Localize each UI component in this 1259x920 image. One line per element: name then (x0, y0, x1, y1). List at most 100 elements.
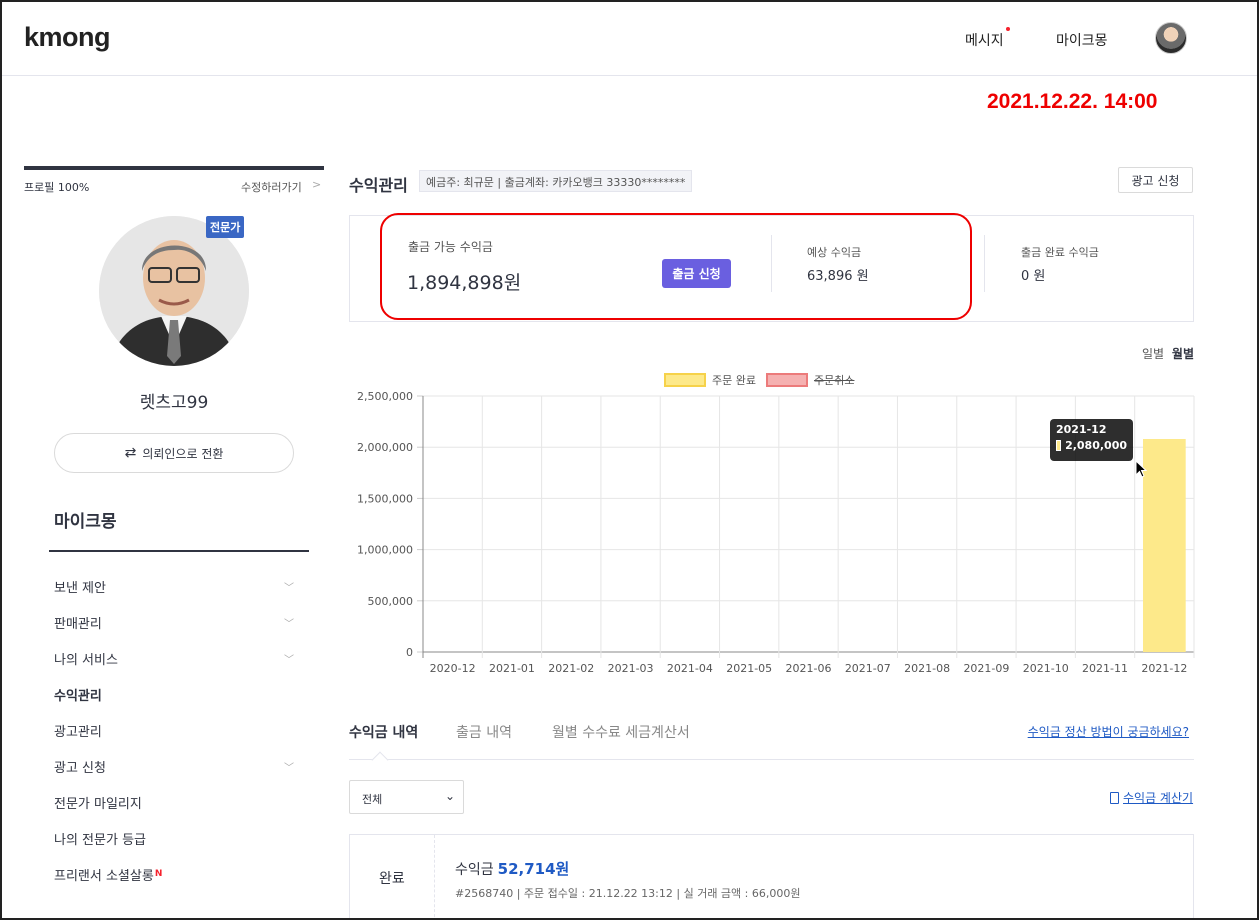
sidebar-item-label: 광고관리 (54, 724, 102, 740)
top-header: kmong 메시지 마이크몽 (2, 2, 1257, 76)
sidebar-item-ad-management[interactable]: 광고관리 (54, 712, 294, 748)
mouse-cursor-icon (1135, 460, 1147, 478)
sidebar-divider (49, 550, 309, 552)
tooltip-title: 2021-12 (1056, 423, 1107, 436)
page-frame: kmong 메시지 마이크몽 2021.12.22. 14:00 프로필 100… (0, 0, 1259, 920)
profile-completion: 프로필 100% (24, 181, 90, 194)
y-tick-label: 0 (406, 646, 413, 659)
sidebar-item-ad-apply[interactable]: 광고 신청 ﹀ (54, 748, 294, 784)
sidebar-item-sent-proposals[interactable]: 보낸 제안 ﹀ (54, 568, 294, 604)
sidebar-item-label: 전문가 마일리지 (54, 796, 142, 812)
chevron-right-icon: > (312, 178, 322, 191)
page-title: 수익관리 (349, 176, 408, 195)
summary-divider (984, 235, 985, 292)
x-tick-label: 2021-01 (489, 662, 535, 675)
calculator-icon (1110, 791, 1119, 804)
sidebar-item-earnings[interactable]: 수익관리 (54, 676, 294, 712)
x-tick-label: 2021-11 (1082, 662, 1128, 675)
summary-divider (771, 235, 772, 292)
y-tick-label: 1,500,000 (357, 492, 413, 505)
x-tick-label: 2021-10 (1023, 662, 1069, 675)
active-tab-indicator (371, 751, 389, 769)
filter-selected: 전체 (362, 793, 383, 806)
sidebar-item-social-salon[interactable]: 프리랜서 소셜살롱 N (54, 856, 294, 892)
y-tick-label: 2,500,000 (357, 390, 413, 403)
record-label: 수익금 (455, 862, 494, 878)
sidebar-section-title: 마이크몽 (54, 512, 117, 532)
chart-tooltip: 2021-12 2,080,000 (1050, 419, 1133, 461)
timestamp-overlay: 2021.12.22. 14:00 (987, 90, 1158, 113)
chevron-down-icon: ﹀ (284, 619, 294, 630)
record-meta: #2568740 | 주문 접수일 : 21.12.22 13:12 | 실 거… (455, 887, 801, 900)
sidebar-item-sales[interactable]: 판매관리 ﹀ (54, 604, 294, 640)
tooltip-value: 2,080,000 (1065, 439, 1127, 452)
withdrawable-amount: 1,894,898원 (407, 272, 522, 294)
x-tick-label: 2021-07 (845, 662, 891, 675)
sidebar-item-grade[interactable]: 나의 전문가 등급 (54, 820, 294, 856)
earnings-tabs: 수익금 내역 출금 내역 월별 수수료 세금계산서 수익금 정산 방법이 궁금하… (349, 722, 1194, 769)
x-tick-label: 2021-04 (667, 662, 713, 675)
x-tick-label: 2021-12 (1141, 662, 1187, 675)
tab-withdrawal-history[interactable]: 출금 내역 (456, 722, 512, 742)
sidebar-item-my-services[interactable]: 나의 서비스 ﹀ (54, 640, 294, 676)
expected-earnings-label: 예상 수익금 (807, 246, 862, 259)
header-avatar[interactable] (1155, 22, 1187, 54)
period-monthly-button[interactable]: 월별 (1172, 347, 1194, 361)
chevron-down-icon: ⌄ (444, 789, 455, 803)
y-tick-label: 500,000 (368, 595, 414, 608)
tooltip-swatch (1056, 440, 1062, 451)
period-daily-button[interactable]: 일별 (1142, 347, 1164, 361)
sidebar-item-label: 나의 전문가 등급 (54, 832, 146, 848)
profile-name: 렛츠고99 (139, 393, 209, 413)
profile-avatar (99, 216, 249, 366)
period-toggle: 일별 월별 (1138, 345, 1194, 362)
withdrawable-label: 출금 가능 수익금 (408, 240, 493, 254)
y-tick-label: 1,000,000 (357, 544, 413, 557)
my-kmong-link[interactable]: 마이크몽 (1056, 30, 1108, 50)
earnings-record: 완료 수익금 52,714원 #2568740 | 주문 접수일 : 21.12.… (349, 834, 1194, 918)
completed-withdrawal-value: 0 원 (1021, 269, 1046, 284)
record-status: 완료 (379, 871, 405, 887)
record-amount: 52,714원 (497, 860, 570, 878)
tab-earnings-history[interactable]: 수익금 내역 (349, 722, 418, 742)
sidebar-item-label: 프리랜서 소셜살롱 (54, 868, 154, 884)
chevron-down-icon: ﹀ (284, 655, 294, 666)
x-tick-label: 2021-02 (548, 662, 594, 675)
withdraw-request-button[interactable]: 출금 신청 (662, 259, 731, 288)
kmong-logo[interactable]: kmong (24, 22, 111, 53)
calc-link-label: 수익금 계산기 (1123, 791, 1194, 805)
sidebar-item-label: 광고 신청 (54, 760, 106, 776)
switch-to-client-button[interactable]: ⇄ 의뢰인으로 전환 (54, 433, 294, 473)
sidebar-menu: 보낸 제안 ﹀ 판매관리 ﹀ 나의 서비스 ﹀ 수익관리 광고관리 광고 신청 … (54, 568, 294, 892)
settlement-help-link[interactable]: 수익금 정산 방법이 궁금하세요? (1028, 723, 1189, 740)
expert-badge: 전문가 (206, 216, 245, 238)
x-tick-label: 2020-12 (430, 662, 476, 675)
swap-arrows-icon: ⇄ (124, 445, 137, 461)
ad-apply-button[interactable]: 광고 신청 (1118, 167, 1193, 193)
messages-link[interactable]: 메시지 (965, 30, 1004, 50)
profile-progress-bar (24, 166, 324, 170)
tab-tax-invoice[interactable]: 월별 수수료 세금계산서 (552, 722, 690, 742)
sidebar-item-label: 판매관리 (54, 616, 102, 632)
chevron-down-icon: ﹀ (284, 763, 294, 774)
x-tick-label: 2021-03 (608, 662, 654, 675)
completed-withdrawal-label: 출금 완료 수익금 (1021, 246, 1099, 259)
chevron-down-icon: ﹀ (284, 583, 294, 594)
record-title: 수익금 52,714원 (455, 858, 569, 879)
filter-select[interactable]: 전체 ⌄ (349, 780, 464, 814)
x-tick-label: 2021-06 (786, 662, 832, 675)
x-tick-label: 2021-08 (904, 662, 950, 675)
edit-profile-link[interactable]: 수정하러가기 (241, 179, 302, 195)
expected-earnings-value: 63,896 원 (807, 269, 869, 284)
y-tick-label: 2,000,000 (357, 441, 413, 454)
earnings-calculator-link[interactable]: 수익금 계산기 (1110, 789, 1193, 806)
sidebar-item-label: 수익관리 (54, 688, 102, 704)
sidebar-item-label: 나의 서비스 (54, 652, 118, 668)
x-tick-label: 2021-05 (726, 662, 772, 675)
sidebar-item-label: 보낸 제안 (54, 580, 106, 596)
account-info: 예금주: 최규문 | 출금계좌: 카카오뱅크 33330******** (419, 170, 693, 192)
switch-label: 의뢰인으로 전환 (142, 446, 224, 461)
sidebar-item-mileage[interactable]: 전문가 마일리지 (54, 784, 294, 820)
bar-2021-12 (1142, 439, 1186, 652)
message-notification-dot (1006, 27, 1010, 31)
